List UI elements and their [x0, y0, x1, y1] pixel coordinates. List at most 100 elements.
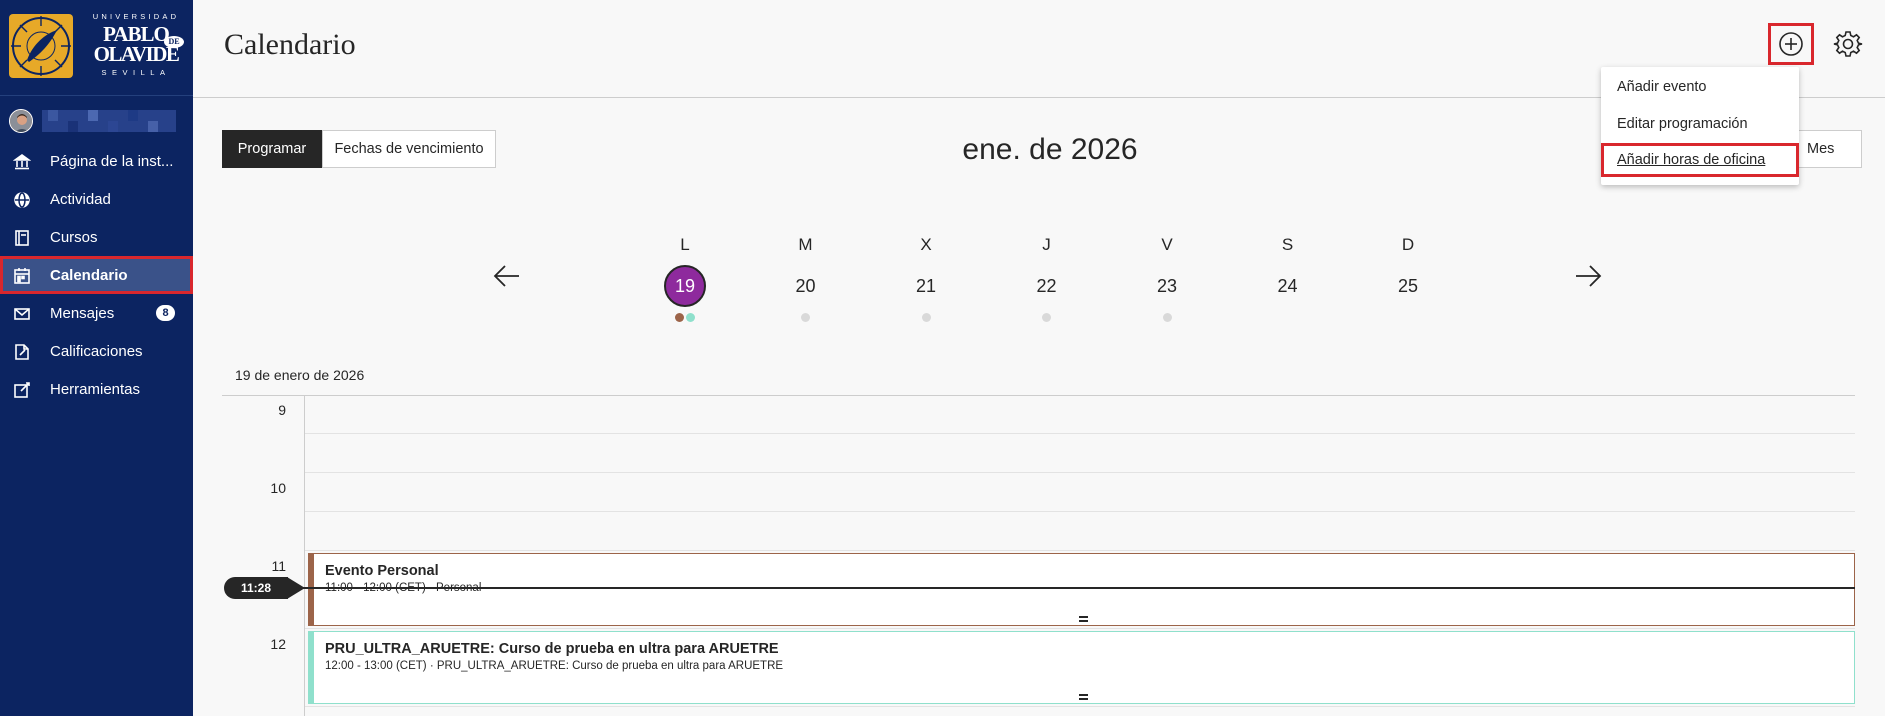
- day-number: 25: [1397, 276, 1419, 296]
- menu-item-edit-schedule[interactable]: Editar programación: [1601, 107, 1799, 141]
- event-dot: [1042, 313, 1051, 322]
- avatar: [9, 109, 33, 133]
- day-column[interactable]: J 22: [1017, 235, 1077, 323]
- event-dot: [921, 313, 931, 322]
- add-menu: Añadir evento Editar programación Añadir…: [1601, 67, 1799, 185]
- event-dot: [1162, 313, 1172, 322]
- event-title: Evento Personal: [325, 563, 439, 579]
- month-title: ene. de 2026: [962, 133, 1138, 166]
- event-dot: [686, 313, 695, 322]
- view-month-button[interactable]: Mes: [1794, 130, 1862, 168]
- half-hour-line: [305, 433, 1855, 434]
- tools-icon: [13, 381, 31, 399]
- globe-icon: [13, 191, 31, 209]
- day-number: 22: [1036, 276, 1057, 296]
- timeline-divider: [222, 395, 1855, 396]
- sidebar-item-label: Actividad: [50, 191, 111, 208]
- settings-button[interactable]: [1833, 29, 1863, 59]
- grades-icon: [13, 343, 31, 361]
- sidebar-item-label: Herramientas: [50, 381, 141, 398]
- event-indicator-dots: [896, 313, 956, 323]
- event-card-course[interactable]: PRU_ULTRA_ARUETRE: Curso de prueba en ul…: [308, 631, 1855, 704]
- page-title: Calendario: [224, 28, 356, 61]
- sidebar-item-label: Calendario: [50, 267, 128, 284]
- timeline-axis: [304, 395, 305, 716]
- hour-line: [305, 706, 1855, 707]
- sidebar-item-calendar[interactable]: Calendario: [0, 256, 193, 294]
- gear-icon: [1833, 31, 1863, 63]
- calendar-icon: [13, 267, 31, 285]
- book-icon: [13, 229, 31, 247]
- logo-text: UNIVERSIDAD PABLO OLAVIDE DE SEVILLA: [80, 12, 186, 82]
- event-indicator-dots: [776, 313, 836, 323]
- day-column[interactable]: L 19: [655, 235, 715, 323]
- day-letter: D: [1401, 235, 1415, 254]
- event-card-personal[interactable]: Evento Personal 11:00 - 12:00 (CET) · Pe…: [308, 553, 1855, 626]
- sidebar-item-label: Cursos: [50, 229, 98, 246]
- sidebar: UNIVERSIDAD PABLO OLAVIDE DE SEVILLA Pág…: [0, 0, 193, 716]
- sidebar-item-messages[interactable]: Mensajes 8: [0, 294, 193, 332]
- event-dot: [801, 313, 810, 322]
- sidebar-item-label: Página de la inst...: [50, 153, 174, 170]
- next-week-button[interactable]: [1572, 260, 1604, 292]
- logo-emblem-icon: [9, 14, 73, 78]
- day-column[interactable]: S 24: [1258, 235, 1318, 323]
- messages-count-badge: 8: [156, 305, 175, 321]
- hour-label: 10: [270, 480, 286, 496]
- event-indicator-dots: [1137, 313, 1197, 323]
- event-indicator-dots: [1258, 313, 1318, 323]
- resize-handle[interactable]: [1079, 616, 1088, 622]
- day-letter: L: [680, 235, 690, 254]
- envelope-icon: [13, 305, 31, 323]
- sidebar-item-label: Calificaciones: [50, 343, 143, 360]
- selected-date-label: 19 de enero de 2026: [235, 367, 365, 383]
- previous-week-button[interactable]: [491, 260, 523, 292]
- sidebar-item-tools[interactable]: Herramientas: [0, 370, 193, 408]
- day-letter: M: [798, 235, 813, 254]
- hour-line: [305, 472, 1855, 473]
- event-title: PRU_ULTRA_ARUETRE: Curso de prueba en ul…: [325, 641, 779, 657]
- hour-label: 12: [270, 636, 286, 652]
- arrow-left-icon: [491, 265, 523, 296]
- current-time-pointer: [287, 577, 305, 599]
- day-column[interactable]: V 23: [1137, 235, 1197, 323]
- day-number: 24: [1277, 276, 1298, 296]
- sidebar-item-grades[interactable]: Calificaciones: [0, 332, 193, 370]
- day-letter: V: [1161, 235, 1173, 254]
- day-column[interactable]: X 21: [896, 235, 956, 323]
- event-indicator-dots: [1017, 313, 1077, 323]
- logo-name-de: DE: [164, 36, 184, 48]
- current-time-line: [290, 587, 1855, 589]
- hour-line: [305, 628, 1855, 629]
- university-logo[interactable]: UNIVERSIDAD PABLO OLAVIDE DE SEVILLA: [0, 0, 193, 96]
- add-button[interactable]: [1768, 23, 1814, 65]
- sidebar-item-label: Mensajes: [50, 305, 115, 322]
- selected-day-number: 19: [664, 265, 706, 307]
- current-time-label: 11:28: [224, 577, 288, 599]
- user-profile[interactable]: [0, 104, 193, 134]
- day-column[interactable]: D 25: [1378, 235, 1438, 323]
- day-column[interactable]: M 20: [776, 235, 836, 323]
- event-indicator-dots: [655, 313, 715, 323]
- event-color-bar: [309, 632, 314, 703]
- day-number: 21: [915, 276, 937, 296]
- tab-due-dates[interactable]: Fechas de vencimiento: [322, 130, 496, 168]
- day-letter: J: [1042, 235, 1051, 254]
- tab-schedule[interactable]: Programar: [222, 130, 322, 168]
- sidebar-item-courses[interactable]: Cursos: [0, 218, 193, 256]
- institution-icon: [12, 153, 32, 171]
- menu-item-add-event[interactable]: Añadir evento: [1601, 70, 1799, 104]
- logo-top-text: UNIVERSIDAD: [92, 12, 180, 21]
- sidebar-item-institution[interactable]: Página de la inst...: [0, 142, 193, 180]
- menu-item-add-office-hours[interactable]: Añadir horas de oficina: [1601, 143, 1799, 177]
- hour-label: 11: [271, 558, 286, 574]
- day-letter: S: [1281, 235, 1294, 254]
- logo-bottom-text: SEVILLA: [101, 68, 171, 77]
- event-indicator-dots: [1378, 313, 1438, 323]
- resize-handle[interactable]: [1079, 694, 1088, 700]
- event-dot: [675, 313, 684, 322]
- day-number: 23: [1156, 276, 1178, 296]
- day-number: 20: [795, 276, 816, 296]
- sidebar-item-activity[interactable]: Actividad: [0, 180, 193, 218]
- hour-label: 9: [278, 402, 286, 418]
